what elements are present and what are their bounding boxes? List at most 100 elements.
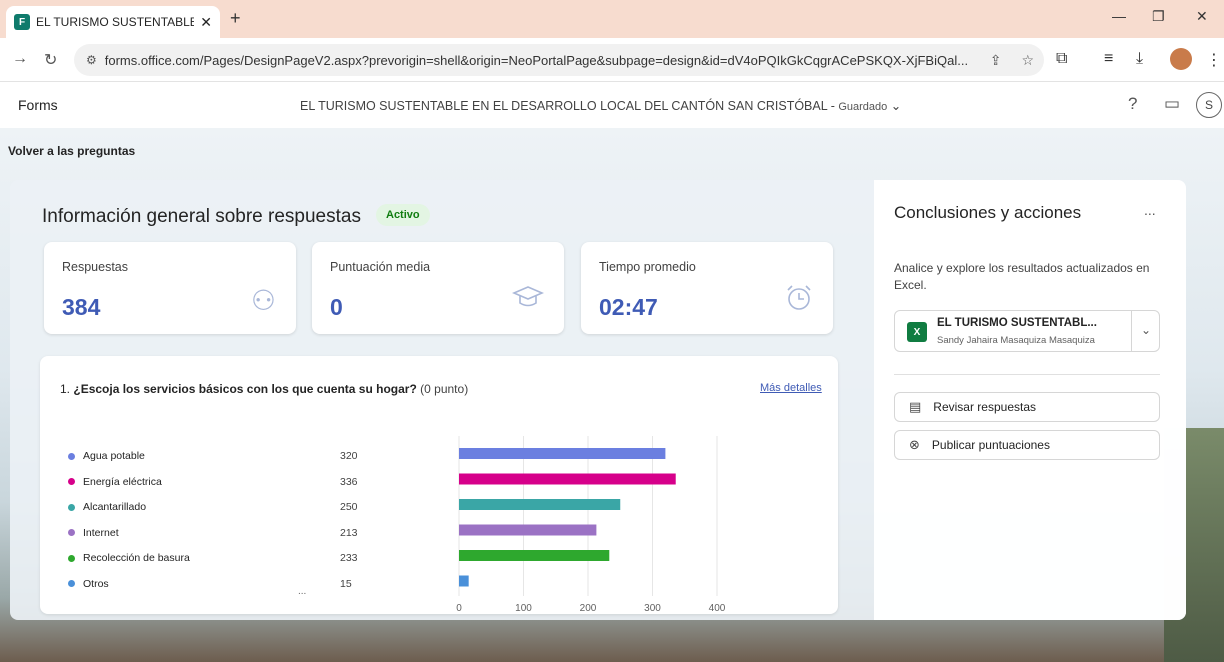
tab-close-icon[interactable]: ✕ [200,14,212,31]
average-time-value: 02:47 [599,294,658,320]
legend-item: Internet [68,527,119,539]
bar [459,473,676,485]
bookmark-star-icon[interactable]: ☆ [1021,52,1034,69]
responses-bar-chart: 0 100 200 300 400 [456,436,726,614]
x-tick-label: 100 [515,603,532,614]
restore-icon[interactable]: ❐ [1152,8,1165,25]
more-options-icon[interactable]: ... [1144,202,1156,218]
legend-dot [68,478,75,485]
x-tick-label: 0 [456,603,462,614]
app-name[interactable]: Forms [18,97,58,113]
form-title-text: EL TURISMO SUSTENTABLE EN EL DESARROLLO … [300,99,828,113]
legend-label: Internet [83,526,119,539]
excel-file-owner: Sandy Jahaira Masaquiza Masaquiza [937,335,1095,346]
legend-item: Energía eléctrica [68,476,162,488]
minimize-icon[interactable]: — [1112,8,1126,24]
extensions-icon[interactable]: ⧉ [1056,50,1067,68]
legend-value: 250 [340,501,358,513]
site-info-icon[interactable]: ⚙ [86,53,97,67]
excel-icon: X [907,322,927,342]
legend-item: Alcantarillado [68,501,146,513]
legend-label: Recolección de basura [83,552,190,564]
responses-value: 384 [62,294,101,320]
review-icon: ▤ [909,399,922,414]
x-tick-label: 300 [644,603,661,614]
legend-dot [68,580,75,587]
excel-card-divider [1131,311,1132,351]
legend-value: 15 [340,577,352,590]
legend-item: Recolección de basura [68,552,190,564]
browser-profile-avatar[interactable] [1170,48,1192,70]
legend-value: 336 [340,475,358,488]
url-input[interactable]: ⚙ forms.office.com/Pages/DesignPageV2.as… [74,44,1044,76]
help-icon[interactable]: ? [1128,94,1137,114]
save-status: Guardado [838,101,888,113]
legend-label: Energía eléctrica [83,475,162,488]
back-to-questions-link[interactable]: Volver a las preguntas [8,144,135,158]
average-score-label: Puntuación media [330,260,431,274]
feedback-icon[interactable]: ▭ [1164,94,1180,114]
forms-header: Forms EL TURISMO SUSTENTABLE EN EL DESAR… [0,82,1224,128]
browser-menu-icon[interactable]: ⋮ [1206,50,1222,70]
bar [459,448,666,459]
browser-tab[interactable]: F EL TURISMO SUSTENTABLE EN ✕ [6,6,220,38]
excel-file-card[interactable]: X EL TURISMO SUSTENTABL... Sandy Jahaira… [894,310,1160,352]
legend-value: 213 [340,526,358,539]
responses-label: Respuestas [62,260,129,274]
legend-dot [68,554,75,562]
legend-dot [68,529,75,536]
excel-file-name: EL TURISMO SUSTENTABL... [937,317,1097,329]
download-icon[interactable]: ⤓ [1136,50,1143,68]
publish-scores-button[interactable]: ⊗ Publicar puntuaciones [894,430,1160,460]
address-bar-row: → ↻ ⚙ forms.office.com/Pages/DesignPageV… [0,38,1224,82]
graduation-cap-icon [511,284,545,317]
publish-icon: ⊗ [909,437,920,452]
tab-title: EL TURISMO SUSTENTABLE EN [36,15,195,29]
x-tick-label: 200 [580,603,597,614]
status-badge: Activo [376,204,430,226]
legend-value: 233 [340,552,358,564]
install-app-icon[interactable]: ⇪ [990,52,1002,69]
legend-label: Agua potable [83,450,145,462]
insights-divider [894,374,1160,375]
question-title: ¿Escoja los servicios básicos con los qu… [73,382,417,396]
review-responses-button[interactable]: ▤ Revisar respuestas [894,392,1160,422]
reading-list-icon[interactable]: ≡ [1104,50,1113,68]
form-title[interactable]: EL TURISMO SUSTENTABLE EN EL DESARROLLO … [300,98,901,113]
review-responses-label: Revisar respuestas [933,400,1037,414]
insights-title: Conclusiones y acciones [894,203,1082,222]
publish-scores-label: Publicar puntuaciones [931,438,1050,452]
browser-tab-bar: F EL TURISMO SUSTENTABLE EN ✕ + — ❐ ✕ [0,0,1224,38]
bar [459,575,469,587]
legend-dot [68,503,75,511]
question-text: 1. ¿Escoja los servicios básicos con los… [60,382,468,396]
chevron-down-icon[interactable]: ⌄ [891,99,901,113]
url-text: forms.office.com/Pages/DesignPageV2.aspx… [104,52,969,68]
question-number: 1. [60,382,71,396]
bar [459,550,610,561]
more-details-link[interactable]: Más detalles [760,382,822,394]
legend-ellipsis[interactable]: ... [298,586,306,597]
window-close-icon[interactable]: ✕ [1196,8,1208,25]
average-time-card: Tiempo promedio 02:47 [581,242,833,334]
question-points: (0 punto) [420,382,469,396]
bar [459,499,621,510]
people-icon: ⚇ [250,285,276,316]
forward-icon[interactable]: → [12,50,28,68]
legend-label: Alcantarillado [83,501,147,513]
overview-title: Información general sobre respuestas [42,206,361,227]
forms-favicon-icon: F [14,14,30,30]
user-avatar[interactable]: S [1196,92,1222,118]
responses-card: Respuestas 384 ⚇ [44,242,296,334]
insights-description: Analice y explore los resultados actuali… [894,261,1150,292]
chevron-down-icon[interactable]: ⌄ [1141,323,1151,337]
legend-item: Otros [68,578,109,590]
average-time-label: Tiempo promedio [599,260,696,274]
legend-dot [68,452,75,460]
legend-item: Agua potable [68,450,145,462]
alarm-clock-icon [785,284,813,319]
x-tick-label: 400 [709,603,726,614]
new-tab-icon[interactable]: + [230,8,241,29]
reload-icon[interactable]: ↻ [44,50,57,70]
title-separator: - [827,99,839,113]
